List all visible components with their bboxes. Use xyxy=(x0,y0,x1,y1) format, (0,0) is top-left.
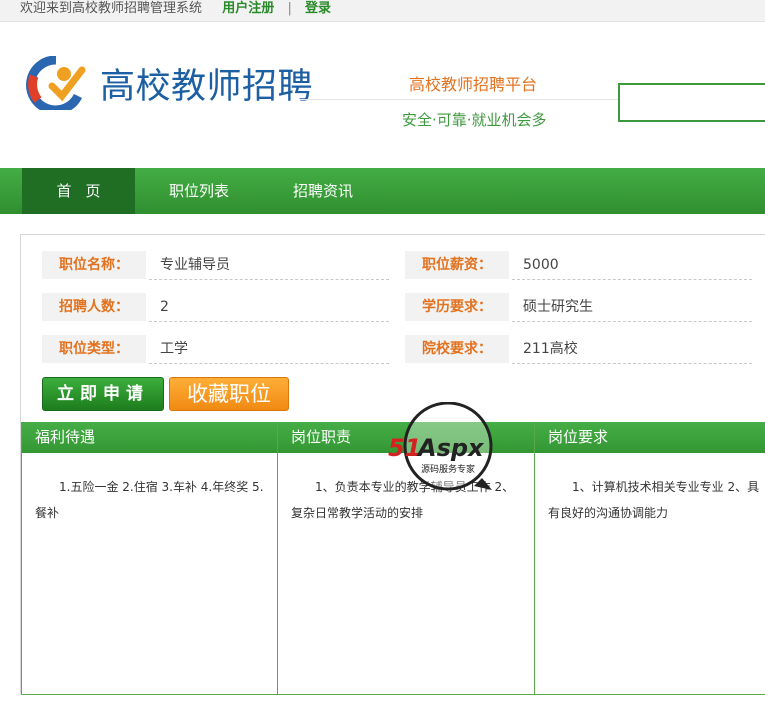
register-link[interactable]: 用户注册 xyxy=(222,1,274,16)
field-label-headcount: 招聘人数： xyxy=(42,293,146,321)
top-bar: 欢迎来到高校教师招聘管理系统 用户注册 | 登录 xyxy=(0,0,765,22)
favorite-job-button[interactable]: 收藏职位 xyxy=(169,377,289,411)
field-value-school: 211高校 xyxy=(512,335,752,364)
section-duties: 岗位职责 1、负责本专业的教学辅导员工作 2、复杂日常教学活动的安排 xyxy=(277,422,535,695)
field-value-salary: 5000 xyxy=(512,251,752,280)
section-content-requirements: 1、计算机技术相关专业专业 2、具有良好的沟通协调能力 xyxy=(548,480,760,520)
section-content-benefits: 1.五险一金 2.住宿 3.车补 4.年终奖 5.餐补 xyxy=(35,480,264,520)
field-value-job-name: 专业辅导员 xyxy=(149,251,389,280)
login-link[interactable]: 登录 xyxy=(305,1,331,16)
slogan-sub: 安全·可靠·就业机会多 xyxy=(402,111,547,129)
slogan-main: 高校教师招聘平台 xyxy=(409,75,538,94)
nav-item-home[interactable]: 首页 xyxy=(22,168,135,214)
section-title-benefits: 福利待遇 xyxy=(22,422,277,453)
field-value-education: 硕士研究生 xyxy=(512,293,752,322)
topbar-separator: | xyxy=(287,1,292,16)
apply-button[interactable]: 立即申请 xyxy=(42,377,164,411)
field-label-education: 学历要求： xyxy=(405,293,509,321)
section-content-duties: 1、负责本专业的教学辅导员工作 2、复杂日常教学活动的安排 xyxy=(291,480,515,520)
field-label-job-type: 职位类型： xyxy=(42,335,146,363)
field-label-salary: 职位薪资： xyxy=(405,251,509,279)
field-value-job-type: 工学 xyxy=(149,335,389,364)
site-brand-title: 高校教师招聘 xyxy=(100,67,314,107)
main-nav: 首页 职位列表 招聘资讯 xyxy=(0,168,765,214)
section-title-requirements: 岗位要求 xyxy=(535,422,765,453)
section-title-duties: 岗位职责 xyxy=(278,422,534,453)
section-requirements: 岗位要求 1、计算机技术相关专业专业 2、具有良好的沟通协调能力 xyxy=(534,422,765,695)
field-label-job-name: 职位名称： xyxy=(42,251,146,279)
site-logo-icon xyxy=(26,56,86,110)
search-input[interactable] xyxy=(618,83,765,122)
nav-item-job-list[interactable]: 职位列表 xyxy=(169,168,229,214)
job-detail-panel: 职位名称： 专业辅导员 职位薪资： 5000 招聘人数： 2 学历要求： 硕士研… xyxy=(20,234,765,695)
header-divider xyxy=(300,99,618,100)
field-value-headcount: 2 xyxy=(149,293,389,322)
field-label-school: 院校要求： xyxy=(405,335,509,363)
section-benefits: 福利待遇 1.五险一金 2.住宿 3.车补 4.年终奖 5.餐补 xyxy=(21,422,278,695)
nav-item-recruit-news[interactable]: 招聘资讯 xyxy=(293,168,353,214)
welcome-text: 欢迎来到高校教师招聘管理系统 xyxy=(20,1,203,16)
